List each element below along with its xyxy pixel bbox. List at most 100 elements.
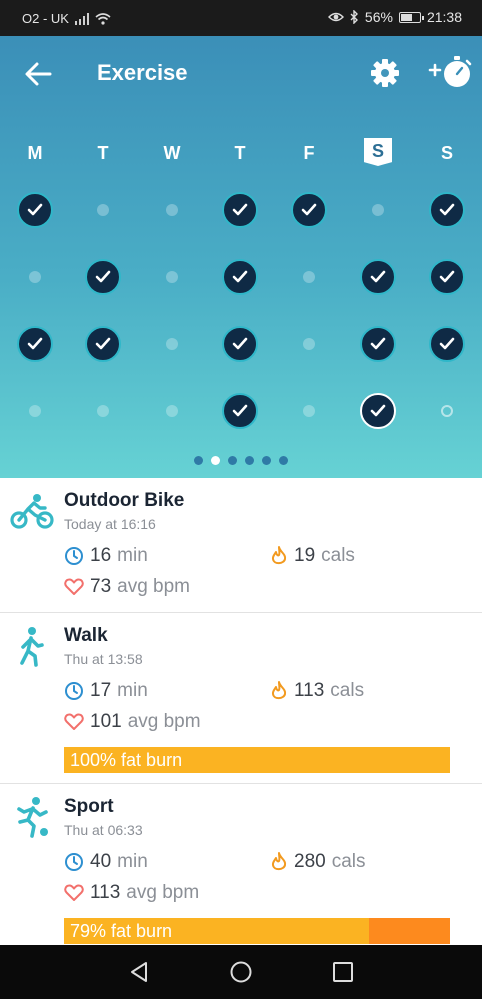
page-dot[interactable]: [279, 456, 288, 465]
flame-icon: [271, 681, 287, 700]
activity-card[interactable]: Walk Thu at 13:58 17 min 113 cals 101 avg bpm 10…: [0, 613, 482, 784]
heart-icon: [64, 578, 84, 595]
completed-day-marker[interactable]: [85, 259, 121, 295]
calories-unit: cals: [321, 545, 355, 566]
home-circle-icon[interactable]: [229, 960, 253, 984]
weekday-label: T: [234, 143, 246, 163]
completed-day-marker[interactable]: [17, 192, 53, 228]
completed-day-marker[interactable]: [17, 326, 53, 362]
completed-day-marker[interactable]: [360, 259, 396, 295]
weekday-label: S: [364, 138, 392, 166]
fat-burn-bar: 79% fat burn: [64, 918, 450, 944]
duration-metric: 40 min: [64, 851, 148, 873]
empty-day-marker[interactable]: [17, 393, 53, 429]
activity-name: Sport: [64, 796, 114, 817]
carrier-label: O2 - UK: [22, 11, 69, 26]
clock-icon: [65, 853, 83, 871]
empty-day-marker[interactable]: [429, 393, 465, 429]
empty-day-marker[interactable]: [85, 393, 121, 429]
completed-day-marker[interactable]: [85, 326, 121, 362]
placeholder-dot: [303, 338, 315, 350]
empty-day-marker[interactable]: [291, 393, 327, 429]
empty-day-marker[interactable]: [85, 192, 121, 228]
checkmark-icon: [232, 203, 248, 216]
calories-unit: cals: [331, 851, 366, 872]
completed-day-marker[interactable]: [429, 192, 465, 228]
activity-card[interactable]: Outdoor Bike Today at 16:16 16 min 19 cals 73 a…: [0, 478, 482, 613]
calories-unit: cals: [330, 680, 365, 701]
completed-day-marker[interactable]: [360, 326, 396, 362]
calories-metric: 280 cals: [270, 851, 366, 873]
page-indicator: [0, 456, 482, 466]
completed-day-marker[interactable]: [360, 393, 396, 429]
checkmark-icon: [370, 337, 386, 350]
completed-day-marker[interactable]: [222, 259, 258, 295]
completed-day-marker[interactable]: [222, 393, 258, 429]
recents-square-icon[interactable]: [331, 960, 355, 984]
placeholder-dot: [166, 405, 178, 417]
system-nav-bar: [0, 945, 482, 999]
empty-day-marker[interactable]: [17, 259, 53, 295]
activity-time: Thu at 13:58: [64, 651, 143, 667]
checkmark-icon: [370, 404, 386, 417]
fat-burn-label: 100% fat burn: [70, 750, 183, 770]
placeholder-dot: [303, 405, 315, 417]
check-badge: [360, 393, 396, 429]
placeholder-dot: [29, 271, 41, 283]
placeholder-dot: [441, 405, 453, 417]
bpm-value: 113: [90, 882, 121, 903]
check-badge: [222, 326, 258, 362]
page-dot[interactable]: [228, 456, 237, 465]
back-arrow-icon[interactable]: [22, 60, 54, 88]
duration-value: 17: [90, 680, 112, 701]
check-badge: [85, 259, 121, 295]
weekday-label: T: [97, 143, 109, 163]
page-dot[interactable]: [245, 456, 254, 465]
empty-day-marker[interactable]: [291, 326, 327, 362]
activity-time: Today at 16:16: [64, 516, 156, 532]
empty-day-marker[interactable]: [154, 259, 190, 295]
walk-icon: [10, 625, 54, 669]
placeholder-dot: [166, 204, 178, 216]
completed-day-marker[interactable]: [222, 192, 258, 228]
gear-icon[interactable]: [370, 58, 400, 88]
completed-day-marker[interactable]: [429, 259, 465, 295]
duration-value: 40: [90, 851, 112, 872]
bpm-unit: avg bpm: [117, 576, 191, 597]
completed-day-marker[interactable]: [429, 326, 465, 362]
add-exercise-stopwatch-icon[interactable]: [428, 54, 474, 90]
clock-icon: [65, 547, 83, 565]
completed-day-marker[interactable]: [222, 326, 258, 362]
empty-day-marker[interactable]: [291, 259, 327, 295]
placeholder-dot: [29, 405, 41, 417]
fat-burn-label: 79% fat burn: [70, 921, 173, 941]
page-dot[interactable]: [262, 456, 271, 465]
battery-icon: [398, 11, 424, 23]
bike-icon: [10, 490, 54, 534]
exercise-week-panel: Exercise M T W T F S S: [0, 36, 482, 478]
completed-day-marker[interactable]: [291, 192, 327, 228]
activity-card[interactable]: Sport Thu at 06:33 40 min 280 cals 113 avg bpm 7…: [0, 784, 482, 945]
flame-icon: [271, 852, 287, 871]
calories-value: 19: [294, 545, 316, 566]
duration-unit: min: [117, 851, 148, 872]
page-dot[interactable]: [211, 456, 220, 465]
checkmark-icon: [439, 337, 455, 350]
bpm-value: 101: [90, 711, 122, 732]
back-triangle-icon[interactable]: [127, 960, 151, 984]
bpm-unit: avg bpm: [127, 711, 201, 732]
heart-rate-metric: 101 avg bpm: [64, 711, 201, 733]
checkmark-icon: [232, 404, 248, 417]
weekday-label: M: [27, 143, 43, 163]
empty-day-marker[interactable]: [154, 393, 190, 429]
empty-day-marker[interactable]: [154, 192, 190, 228]
fat-burn-bar: 100% fat burn: [64, 747, 450, 773]
empty-day-marker[interactable]: [154, 326, 190, 362]
page-dot[interactable]: [194, 456, 203, 465]
empty-day-marker[interactable]: [360, 192, 396, 228]
check-badge: [17, 326, 53, 362]
activity-name: Walk: [64, 625, 108, 646]
check-badge: [429, 326, 465, 362]
duration-value: 16: [90, 545, 112, 566]
sport-icon: [10, 796, 54, 840]
